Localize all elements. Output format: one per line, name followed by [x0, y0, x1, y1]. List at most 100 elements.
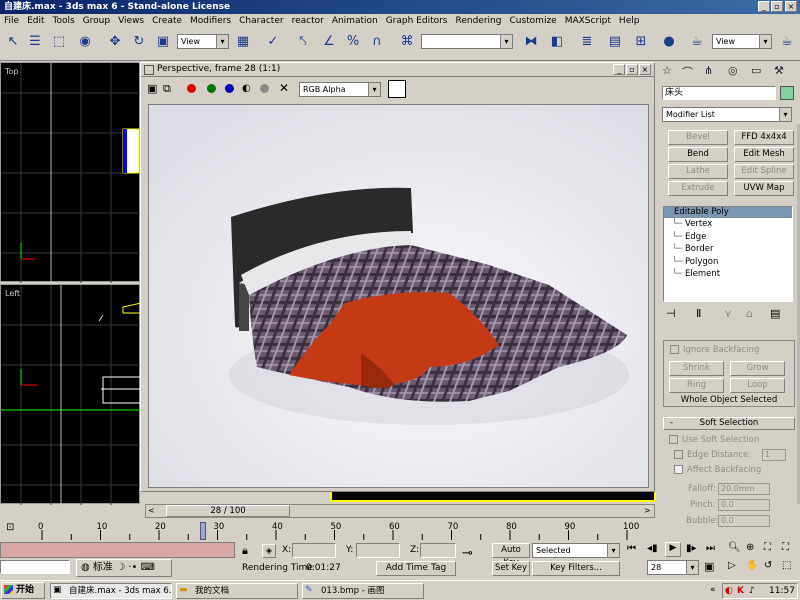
object-name-field[interactable]: 床头 — [662, 86, 776, 100]
edge-distance-spinner[interactable]: 1 — [762, 449, 786, 461]
motion-tab-icon[interactable]: ◎ — [728, 64, 738, 77]
minimize-button[interactable]: _ — [758, 1, 770, 12]
stack-top-item[interactable]: Editable Poly — [664, 207, 792, 218]
menu-tools[interactable]: Tools — [49, 14, 79, 28]
show-end-result-icon[interactable]: Ⅱ — [696, 307, 701, 320]
viewport-left[interactable]: Left — [0, 284, 141, 505]
auto-key-button[interactable]: Auto Key — [492, 543, 530, 568]
menu-reactor[interactable]: reactor — [288, 14, 328, 28]
shrink-button[interactable]: Shrink — [669, 361, 724, 376]
z-coordinate-field[interactable] — [420, 543, 456, 558]
menu-edit[interactable]: Edit — [23, 14, 48, 28]
modify-tab-icon[interactable]: ⌒ — [682, 64, 693, 80]
material-editor-icon[interactable]: ● — [658, 31, 680, 53]
menu-maxscript[interactable]: MAXScript — [561, 14, 615, 28]
window-crossing-icon[interactable]: ◉ — [74, 31, 96, 53]
curve-editor-icon[interactable]: ▤ — [604, 31, 626, 53]
pinch-spinner[interactable]: 0.0 — [718, 499, 770, 511]
menu-graph-editors[interactable]: Graph Editors — [382, 14, 452, 28]
falloff-spinner[interactable]: 20.0mm — [718, 483, 770, 495]
soft-selection-header[interactable]: - Soft Selection — [663, 417, 795, 430]
lock-selection-icon[interactable]: 🔒︎ — [242, 544, 248, 558]
rectangle-select-icon[interactable]: ⬚ — [48, 31, 70, 53]
modifier-button-uvw-map[interactable]: UVW Map — [734, 181, 794, 196]
absolute-mode-icon[interactable]: ◈ — [262, 544, 276, 558]
x-coordinate-field[interactable] — [292, 543, 336, 558]
zoom-all-icon[interactable]: ⊕ — [746, 542, 754, 553]
render-window-close[interactable]: × — [639, 64, 651, 75]
grow-button[interactable]: Grow — [730, 361, 785, 376]
menu-group[interactable]: Group — [79, 14, 114, 28]
menu-customize[interactable]: Customize — [505, 14, 560, 28]
tray-antivirus-icon[interactable]: ◐ — [725, 584, 733, 598]
modifier-button-edit-spline[interactable]: Edit Spline — [734, 164, 794, 179]
maxscript-mini-field[interactable] — [0, 560, 70, 574]
time-slider-track[interactable]: < 28 / 100 > — [145, 504, 655, 518]
maximize-button[interactable]: ▫ — [771, 1, 783, 12]
stack-item-polygon[interactable]: └─ Polygon — [672, 256, 792, 269]
color-swatch[interactable] — [388, 80, 406, 98]
affect-backfacing-checkbox[interactable] — [674, 465, 683, 474]
time-slider-thumb[interactable]: 28 / 100 — [166, 505, 290, 517]
arc-rotate-icon[interactable]: ↺ — [764, 560, 772, 571]
play-icon[interactable]: ▶ — [665, 542, 681, 557]
quick-render-icon[interactable]: ☕ — [776, 31, 798, 53]
create-tab-icon[interactable]: ☆ — [662, 64, 672, 77]
ime-bar[interactable]: ◍ 标准 ☽ ·• ⌨ — [76, 559, 172, 577]
menu-modifiers[interactable]: Modifiers — [186, 14, 235, 28]
pin-stack-icon[interactable]: ⊣ — [666, 307, 676, 320]
render-teapot-icon[interactable]: ☕ — [686, 31, 708, 53]
object-color-swatch[interactable] — [780, 86, 794, 100]
stack-item-border[interactable]: └─ Border — [672, 243, 792, 256]
previous-frame-icon[interactable]: ◂▮ — [647, 543, 658, 554]
edge-distance-row[interactable]: Edge Distance: — [674, 450, 751, 460]
time-config-icon[interactable]: ▣ — [704, 560, 714, 573]
y-coordinate-field[interactable] — [356, 543, 400, 558]
add-time-tag-button[interactable]: Add Time Tag — [376, 561, 456, 576]
menu-help[interactable]: Help — [615, 14, 644, 28]
stack-item-vertex[interactable]: └─ Vertex — [672, 218, 792, 231]
key-filters-button[interactable]: Key Filters... — [532, 561, 620, 576]
green-channel-icon[interactable] — [207, 84, 216, 93]
spinner-snap-icon[interactable]: ∩ — [366, 31, 388, 53]
selection-set-dropdown[interactable]: Selected — [532, 543, 620, 558]
affect-backfacing-row[interactable]: Affect Backfacing — [674, 465, 761, 475]
field-of-view-icon[interactable]: ▷ — [728, 560, 736, 571]
track-bar[interactable]: ⊡ 0 10 20 30 40 50 60 70 80 90 100 — [0, 520, 660, 542]
modifier-button-bend[interactable]: Bend — [668, 147, 728, 162]
zoom-icon[interactable]: 🔍︎ — [728, 542, 741, 553]
render-view-dropdown[interactable]: View — [712, 34, 772, 49]
stack-item-element[interactable]: └─ Element — [672, 268, 792, 281]
named-selection-dropdown[interactable] — [421, 34, 513, 49]
time-prev-icon[interactable]: < — [148, 506, 155, 515]
clear-icon[interactable]: ✕ — [279, 81, 289, 95]
ignore-backfacing-checkbox[interactable] — [670, 345, 679, 354]
loop-button[interactable]: Loop — [730, 378, 785, 393]
menu-views[interactable]: Views — [114, 14, 148, 28]
utilities-tab-icon[interactable]: ⚒ — [774, 64, 784, 77]
modifier-button-ffd-4x4x4[interactable]: FFD 4x4x4 — [734, 130, 794, 145]
stack-item-edge[interactable]: └─ Edge — [672, 231, 792, 244]
trackbar-menu-icon[interactable]: ⊡ — [6, 522, 14, 533]
viewport-top[interactable]: Top — [0, 62, 141, 283]
maximize-viewport-icon[interactable]: ⬚ — [782, 560, 791, 571]
select-by-name-icon[interactable]: ☰ — [24, 31, 46, 53]
current-frame-field[interactable]: 28 — [647, 560, 699, 575]
go-to-start-icon[interactable]: ⏮ — [627, 543, 636, 554]
modifier-list-dropdown[interactable]: Modifier List — [662, 107, 792, 122]
task-paint[interactable]: 013.bmp - 画图 — [302, 583, 424, 599]
use-soft-selection-row[interactable]: Use Soft Selection — [669, 435, 759, 445]
next-frame-icon[interactable]: ▮▸ — [686, 543, 697, 554]
modifier-button-bevel[interactable]: Bevel — [668, 130, 728, 145]
modifier-button-extrude[interactable]: Extrude — [668, 181, 728, 196]
configure-sets-icon[interactable]: ▤ — [770, 307, 780, 320]
ring-button[interactable]: Ring — [669, 378, 724, 393]
make-unique-icon[interactable]: ⋎ — [724, 307, 732, 320]
zoom-extents-icon[interactable]: ⛶ — [764, 542, 771, 553]
modifier-stack[interactable]: Editable Poly └─ Vertex └─ Edge └─ Border └… — [663, 206, 793, 302]
menu-file[interactable]: File — [0, 14, 23, 28]
tray-speaker-icon[interactable]: ♪ — [749, 584, 755, 598]
rotate-icon[interactable]: ↻ — [128, 31, 150, 53]
channel-dropdown[interactable]: RGB Alpha — [299, 82, 381, 97]
modifier-button-lathe[interactable]: Lathe — [668, 164, 728, 179]
